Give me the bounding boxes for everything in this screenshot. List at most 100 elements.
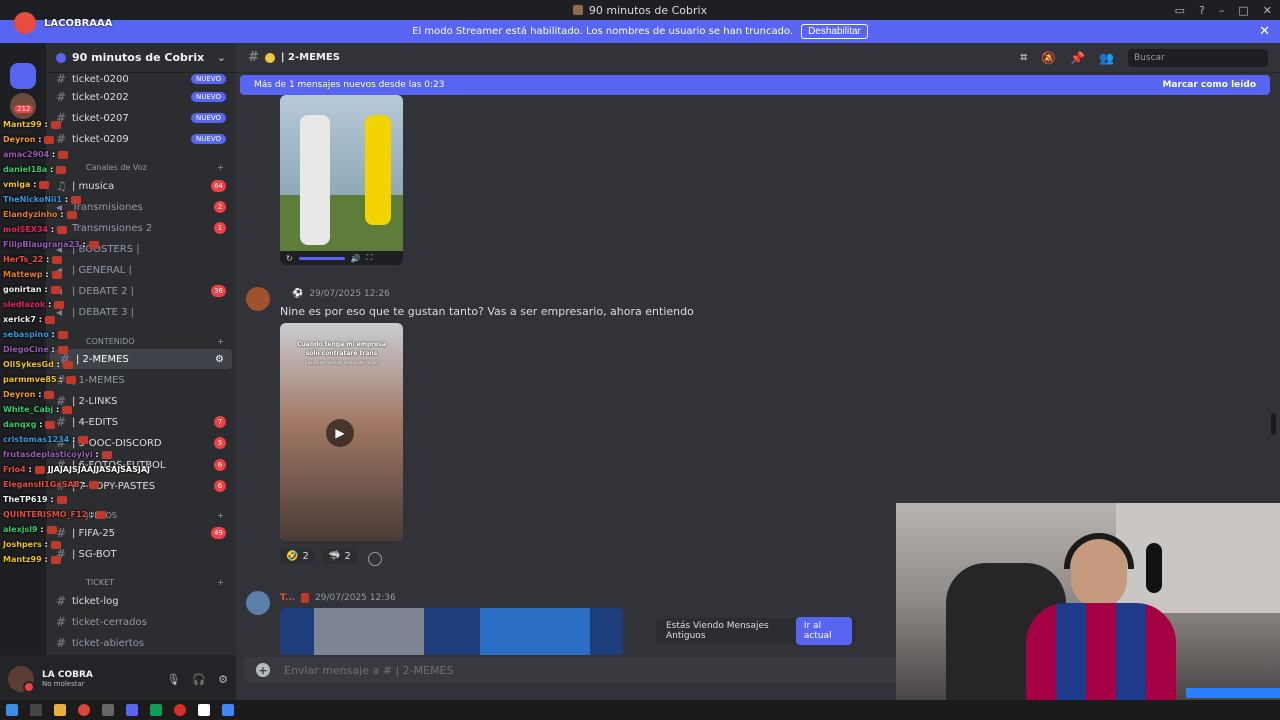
replay-icon[interactable]: ↻: [286, 254, 293, 263]
video-attachment[interactable]: ↻ 🔊 ⛶: [280, 95, 403, 265]
chat-separator: :: [57, 210, 64, 219]
voice-channel[interactable]: ◂| GENERAL |: [46, 260, 236, 280]
voice-channel[interactable]: ◂ | DEBATE 3 |: [46, 302, 236, 322]
chat-separator: :: [47, 495, 54, 504]
search-input[interactable]: Buscar: [1128, 48, 1268, 67]
chat-username: Deyron: [3, 135, 36, 144]
folder-icon[interactable]: [54, 704, 66, 716]
notifications-icon[interactable]: 🔕: [1041, 51, 1056, 65]
chat-overlay-row: moiSEX34 :: [3, 225, 68, 234]
chat-username: amac2904: [3, 150, 50, 159]
chat-username: White_Cabj: [3, 405, 54, 414]
scrollbar[interactable]: [1271, 413, 1276, 435]
category-ticket[interactable]: TICKET +: [46, 574, 236, 590]
chat-separator: :: [48, 345, 55, 354]
chat-username: Frio4: [3, 465, 26, 474]
add-reaction-icon[interactable]: [368, 552, 382, 566]
chat-separator: :: [25, 465, 32, 474]
microphone-icon[interactable]: 🎙: [166, 673, 180, 686]
image-attachment[interactable]: [280, 608, 623, 655]
mark-read-button[interactable]: Marcar como leído: [1162, 80, 1256, 90]
volume-icon[interactable]: 🔊: [351, 254, 361, 263]
chat-overlay-row: frutasdeplasticoyiyi :: [3, 450, 112, 459]
gear-icon[interactable]: ⚙: [218, 673, 228, 686]
help-icon[interactable]: ?: [1199, 4, 1205, 17]
disable-streamer-button[interactable]: Deshabilitar: [801, 24, 868, 39]
voice-channel[interactable]: ◂Transmisiones 21: [46, 218, 236, 238]
chrome-icon[interactable]: [78, 704, 90, 716]
close-window-button[interactable]: ✕: [1263, 4, 1272, 17]
chat-separator: :: [69, 435, 76, 444]
headphones-icon[interactable]: 🎧: [192, 673, 206, 686]
channel-2-memes[interactable]: # | 2-MEMES ⚙: [50, 349, 232, 369]
unread-badge: 212: [14, 105, 34, 113]
channel-ticket[interactable]: # ticket-0207 NUEVO: [46, 108, 236, 128]
reaction[interactable]: 🦈 2: [322, 549, 357, 564]
emote-icon: [88, 240, 99, 249]
fullscreen-icon[interactable]: ⛶: [367, 253, 373, 263]
channel-fifa[interactable]: # | FIFA-25 49: [46, 523, 236, 543]
soccer-ball-icon: ⚽: [292, 289, 304, 299]
avatar[interactable]: [246, 287, 270, 311]
app-icon[interactable]: [102, 704, 114, 716]
chat-username: Deyron: [3, 390, 36, 399]
chevron-down-icon[interactable]: ⌄: [217, 51, 226, 64]
channel-ticket-abiertos[interactable]: # ticket-abiertos: [46, 633, 236, 653]
avatar[interactable]: [246, 591, 270, 615]
channel-ticket-cerrados[interactable]: # ticket-cerrados: [46, 612, 236, 632]
minimize-button[interactable]: –: [1219, 4, 1225, 17]
chat-username: frutasdeplasticoyiyi: [3, 450, 93, 459]
emote-icon: [51, 270, 62, 279]
message-input[interactable]: + Enviar mensaje a # | 2-MEMES: [244, 657, 904, 683]
emote-icon: [101, 450, 112, 459]
chat-separator: :: [35, 135, 42, 144]
voice-channel[interactable]: ♫ | musica 64: [46, 176, 236, 196]
voice-channel[interactable]: ◂| DEBATE 2 |36: [46, 281, 236, 301]
chat-separator: :: [47, 165, 54, 174]
close-banner-icon[interactable]: ✕: [1259, 24, 1270, 39]
discord-icon[interactable]: [126, 704, 138, 716]
category-voice[interactable]: Canales de Voz +: [46, 159, 236, 175]
channel-ticket[interactable]: # ticket-0202 NUEVO: [46, 87, 236, 107]
play-icon[interactable]: ▶: [326, 419, 354, 447]
video-caption-2: solo contrataré trans: [305, 350, 378, 357]
reaction[interactable]: 🤣 2: [280, 549, 315, 564]
chat-username: Mattewp: [3, 270, 43, 279]
chat-username: gonirtan: [3, 285, 42, 294]
add-attachment-icon[interactable]: +: [256, 663, 270, 677]
add-channel-icon[interactable]: +: [217, 337, 224, 346]
app-icon[interactable]: [222, 704, 234, 716]
avatar[interactable]: [8, 666, 35, 693]
pin-icon[interactable]: 📌: [1070, 51, 1085, 65]
add-channel-icon[interactable]: +: [217, 163, 224, 172]
speaker-icon: ♫: [56, 179, 67, 193]
emote-icon: [50, 285, 61, 294]
inbox-icon[interactable]: ▭: [1175, 4, 1185, 17]
channel-sg-bot[interactable]: # | SG-BOT: [46, 544, 236, 564]
add-channel-icon[interactable]: +: [217, 511, 224, 520]
windows-start-icon[interactable]: [6, 704, 18, 716]
channel-ticket[interactable]: # ticket-0200 NUEVO: [46, 69, 236, 89]
channel-ticket[interactable]: # ticket-0209 NUEVO: [46, 129, 236, 149]
app-icon[interactable]: [150, 704, 162, 716]
app-icon[interactable]: [198, 704, 210, 716]
emote-icon: [57, 330, 68, 339]
channel-2-links[interactable]: # | 2-LINKS: [46, 391, 236, 411]
stream-overlay-header: LACOBRAAA: [14, 12, 113, 34]
add-channel-icon[interactable]: +: [217, 578, 224, 587]
chat-username: vmiga: [3, 180, 31, 189]
channel-ticket-log[interactable]: # ticket-log: [46, 591, 236, 611]
channel-4-edits[interactable]: # | 4-EDITS 7: [46, 412, 236, 432]
threads-icon[interactable]: ⌗: [1020, 50, 1027, 65]
search-icon[interactable]: [30, 704, 42, 716]
video-attachment[interactable]: Cuando tenga mi empresa solo contrataré …: [280, 323, 403, 541]
category-content[interactable]: CONTENIDO +: [46, 333, 236, 349]
app-icon[interactable]: [174, 704, 186, 716]
new-messages-bar[interactable]: Más de 1 mensajes nuevos desde las 0:23 …: [240, 75, 1270, 95]
members-icon[interactable]: 👥: [1099, 51, 1114, 65]
jump-to-present-button[interactable]: Ir al actual: [795, 617, 852, 645]
progress-bar[interactable]: [298, 256, 345, 260]
server-icon-dm[interactable]: [10, 63, 36, 89]
maximize-button[interactable]: □: [1238, 4, 1248, 17]
settings-icon[interactable]: ⚙: [215, 354, 224, 365]
